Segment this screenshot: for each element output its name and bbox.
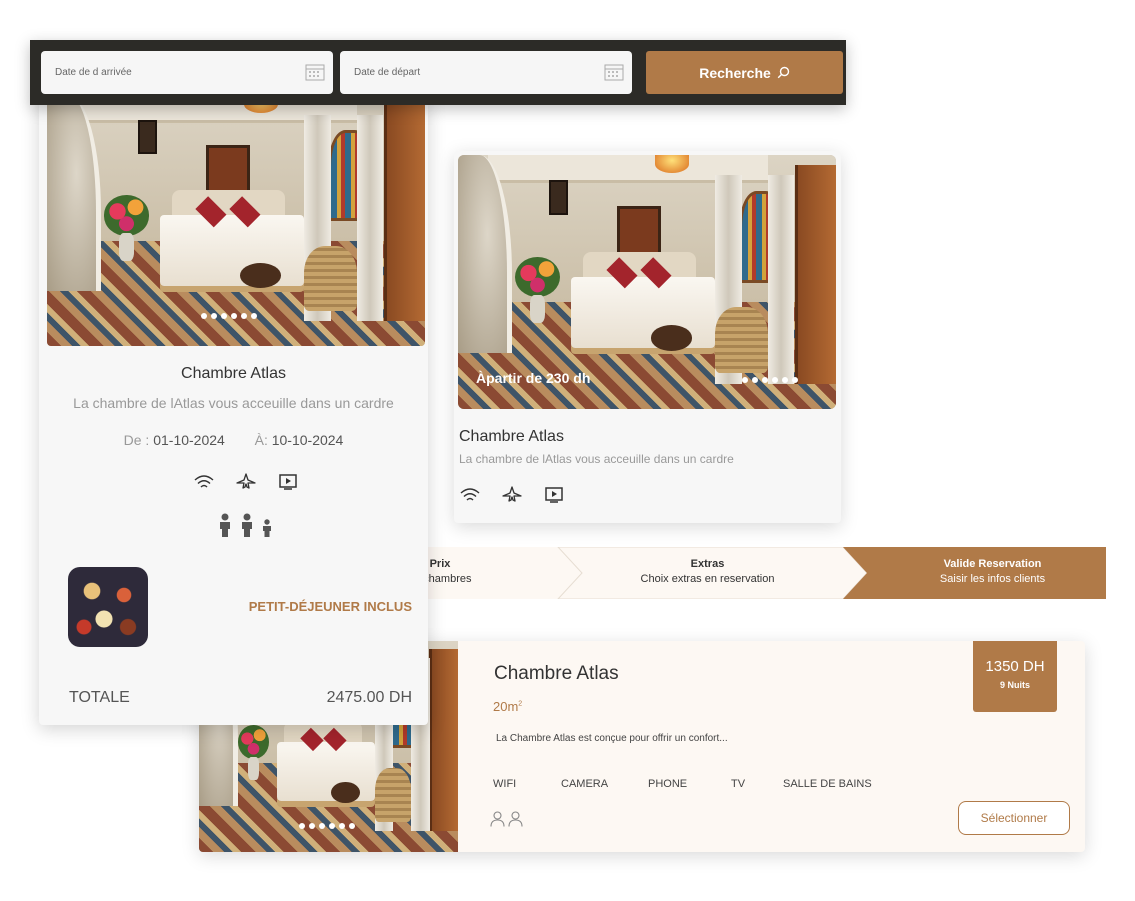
step-validate-title: Valide Reservation <box>943 558 1042 570</box>
from-label: De <box>123 432 142 448</box>
room-photo[interactable] <box>47 95 425 346</box>
to-label: À: <box>254 432 268 448</box>
step-extras-title: Extras <box>690 558 725 570</box>
room-description: La chambre de lAtlas vous acceuille dans… <box>459 452 734 466</box>
booking-summary-card: Chambre Atlas La chambre de lAtlas vous … <box>39 95 428 725</box>
breakfast-included-label: PETIT-DÉJEUNER INCLUS <box>248 599 412 614</box>
price-amount: 1350 DH <box>985 658 1045 675</box>
price-badge: 1350 DH 9 Nuits <box>973 641 1057 712</box>
departure-date-placeholder: Date de départ <box>354 67 421 78</box>
person-outline-icon <box>490 811 505 827</box>
breakfast-photo <box>68 567 148 647</box>
room-card[interactable]: Àpartir de 230 dh Chambre Atlas La chamb… <box>454 151 841 523</box>
nights-count: 9 Nuits <box>999 680 1030 690</box>
carousel-dots[interactable] <box>742 377 798 383</box>
airplane-icon <box>502 486 522 502</box>
wifi-icon <box>194 475 214 488</box>
wifi-icon <box>460 488 480 501</box>
total-value: 2475.00 DH <box>326 689 412 706</box>
arrival-date-placeholder: Date de d arrivée <box>55 67 132 78</box>
stay-dates: De : 01-10-2024 À: 10-10-2024 <box>123 432 344 448</box>
from-date: 01-10-2024 <box>153 432 225 448</box>
airplane-icon <box>236 473 256 489</box>
search-icon <box>777 66 789 79</box>
room-title: Chambre Atlas <box>494 663 619 684</box>
arrival-date-input[interactable]: Date de d arrivée <box>41 51 333 94</box>
guest-icons <box>490 811 523 827</box>
tv-icon <box>545 487 563 503</box>
step-validate-subtitle: Saisir les infos clients <box>939 573 1046 585</box>
room-area: 20m2 <box>493 699 523 714</box>
search-bar: Date de d arrivée Date de départ Recherc… <box>30 40 846 105</box>
amenity-icons <box>459 486 565 504</box>
room-title: Chambre Atlas <box>459 428 564 445</box>
calendar-icon[interactable] <box>604 63 624 81</box>
amenity-tv: TV <box>731 778 746 790</box>
amenity-bathroom: SALLE DE BAINS <box>783 778 872 790</box>
person-outline-icon <box>508 811 523 827</box>
room-title: Chambre Atlas <box>181 365 286 382</box>
amenity-wifi: WIFI <box>493 778 517 790</box>
adult-icon <box>220 513 230 537</box>
room-description: La Chambre Atlas est conçue pour offrir … <box>496 733 728 744</box>
search-button[interactable]: Recherche <box>646 51 843 94</box>
amenity-camera: CAMERA <box>561 778 609 790</box>
tv-icon <box>279 474 297 490</box>
search-button-label: Recherche <box>699 64 771 81</box>
room-description: La chambre de lAtlas vous acceuille dans… <box>73 395 394 411</box>
carousel-dots[interactable] <box>299 823 355 829</box>
amenity-icons <box>193 473 299 491</box>
step-validate[interactable]: Valide Reservation Saisir les infos clie… <box>885 557 1100 587</box>
step-extras[interactable]: Extras Choix extras en reservation <box>600 557 815 587</box>
guest-icons <box>217 513 273 537</box>
to-date: 10-10-2024 <box>271 432 344 448</box>
starting-price: Àpartir de 230 dh <box>476 370 591 386</box>
adult-icon <box>242 513 252 537</box>
carousel-dots[interactable] <box>201 313 257 319</box>
departure-date-input[interactable]: Date de départ <box>340 51 632 94</box>
step-extras-subtitle: Choix extras en reservation <box>640 573 775 585</box>
calendar-icon[interactable] <box>305 63 325 81</box>
amenity-phone: PHONE <box>648 778 688 790</box>
total-label: TOTALE <box>69 689 130 706</box>
select-button[interactable]: Sélectionner <box>958 801 1070 835</box>
child-icon <box>263 519 271 537</box>
